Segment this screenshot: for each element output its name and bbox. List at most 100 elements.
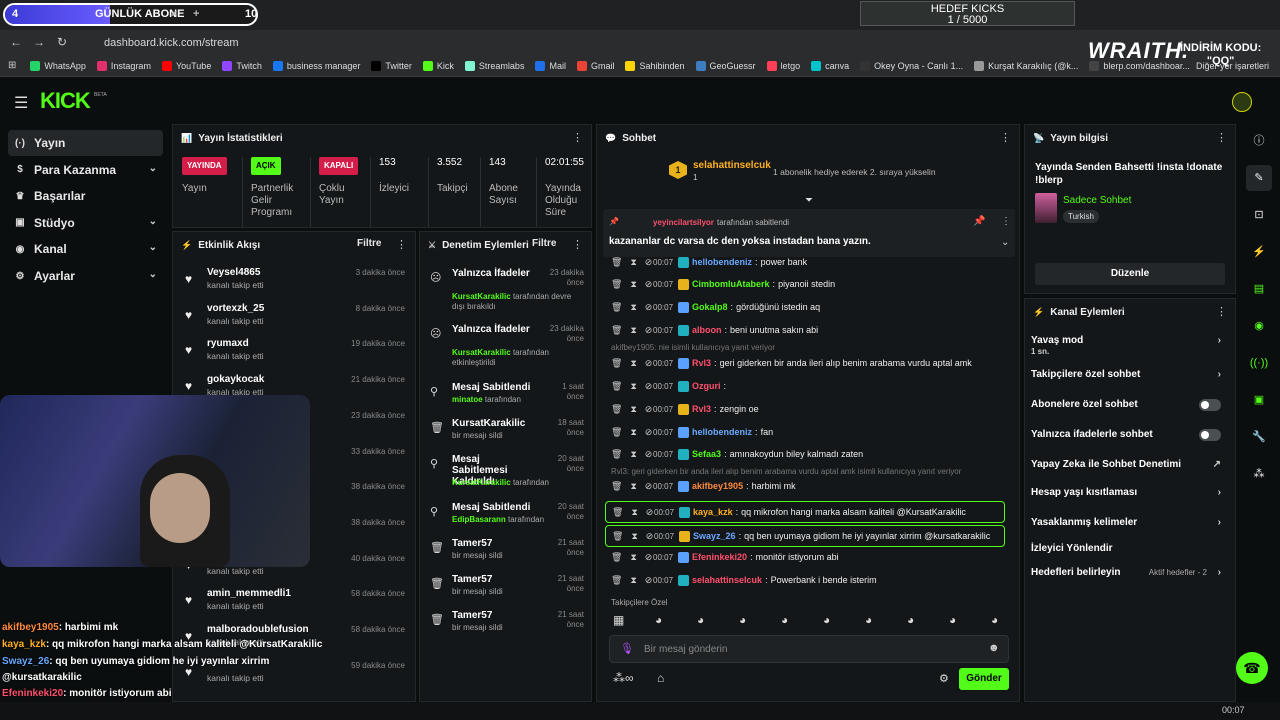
external-link-icon[interactable]: ↗ <box>1213 459 1221 470</box>
monitor-icon[interactable]: ▣ <box>1246 387 1272 413</box>
channel-action-4[interactable]: Yapay Zeka ile Sohbet Denetimi ↗ <box>1031 459 1221 470</box>
gift-leader-name[interactable]: selahattinselcuk <box>693 160 771 171</box>
ban-icon[interactable]: ⊘ <box>645 552 653 563</box>
timeout-icon[interactable]: ⧗ <box>630 552 636 563</box>
bookmark-item[interactable]: GeoGuessr <box>695 60 756 71</box>
sidebar-item-2[interactable]: ♛ Başarılar <box>8 183 163 209</box>
mod-user[interactable]: KursatKarakilic <box>452 292 511 301</box>
sidebar-item-0[interactable]: (·) Yayın <box>8 130 163 156</box>
chat-username[interactable]: Efeninkeki20 <box>692 552 747 562</box>
chat-username[interactable]: hellobendeniz <box>692 257 752 267</box>
bookmark-item[interactable]: YouTube <box>161 60 211 71</box>
sidebar-item-4[interactable]: ◉ Kanal ⌄ <box>8 236 163 262</box>
sidebar-item-3[interactable]: ▣ Stüdyo ⌄ <box>8 210 163 236</box>
bookmark-item[interactable]: business manager <box>272 60 360 71</box>
channel-action-5[interactable]: Hesap yaşı kısıtlaması › <box>1031 487 1221 498</box>
toggle-switch[interactable] <box>1199 399 1221 411</box>
channel-action-2[interactable]: Abonelere özel sohbet <box>1031 399 1221 411</box>
bookmark-item[interactable]: Instagram <box>96 60 151 71</box>
chat-username[interactable]: Ozguri <box>692 381 721 391</box>
send-button[interactable]: Gönder <box>959 668 1009 690</box>
bookmark-item[interactable]: WhatsApp <box>30 60 86 71</box>
channel-action-1[interactable]: Takipçilere özel sohbet › <box>1031 369 1221 380</box>
chat-username[interactable]: Gokalp8 <box>692 302 728 312</box>
chat-username[interactable]: kaya_kzk <box>693 507 733 517</box>
timeout-icon[interactable]: ⧗ <box>630 404 636 415</box>
follower-name[interactable]: amin_memmedli1 <box>207 588 291 599</box>
close-icon[interactable]: × <box>171 8 177 20</box>
store-icon[interactable]: ⌂ <box>657 671 664 685</box>
delete-icon[interactable]: 🗑 <box>611 358 622 369</box>
bookmark-item[interactable]: letgo <box>766 60 800 71</box>
ban-icon[interactable]: ⊘ <box>645 427 653 438</box>
emote-icon[interactable]: ▦ <box>613 613 624 627</box>
follower-name[interactable]: gokaykocak <box>207 374 264 385</box>
timeout-icon[interactable]: ⧗ <box>630 257 636 268</box>
chevron-down-icon[interactable]: ⌄ <box>149 269 157 280</box>
timeout-icon[interactable]: ⧗ <box>630 575 636 586</box>
chevron-right-icon[interactable]: › <box>1218 369 1221 380</box>
edit-button[interactable]: Düzenle <box>1035 263 1225 285</box>
delete-icon[interactable]: 🗑 <box>611 449 622 460</box>
ban-icon[interactable]: ⊘ <box>645 481 653 492</box>
avatar[interactable] <box>1232 92 1252 112</box>
timeout-icon[interactable]: ⧗ <box>630 481 636 492</box>
mod-user[interactable]: KursatKarakilic <box>452 478 511 487</box>
chevron-right-icon[interactable]: › <box>1218 517 1221 528</box>
mod-filter-button[interactable]: Filtre <box>532 238 556 249</box>
bookmark-item[interactable]: Kick <box>422 60 454 71</box>
bookmark-item[interactable]: Twitter <box>371 60 412 71</box>
ban-icon[interactable]: ⊘ <box>645 381 653 392</box>
users-icon[interactable]: ⁂ <box>1246 461 1272 487</box>
chat-username[interactable]: Rvl3 <box>692 358 711 368</box>
delete-icon[interactable]: 🗑 <box>611 575 622 586</box>
timeout-icon[interactable]: ⧗ <box>631 507 637 518</box>
category-name[interactable]: Sadece Sohbet <box>1063 195 1131 206</box>
emote-icon[interactable]: ◕ <box>907 613 914 627</box>
delete-icon[interactable]: 🗑 <box>612 531 623 542</box>
timeout-icon[interactable]: ⧗ <box>630 358 636 369</box>
delete-icon[interactable]: 🗑 <box>611 257 622 268</box>
chat-icon[interactable]: ◉ <box>1246 313 1272 339</box>
ban-icon[interactable]: ⊘ <box>645 302 653 313</box>
pencil-icon[interactable]: ✎ <box>1246 165 1272 191</box>
plus-icon[interactable]: + <box>193 8 199 20</box>
mod-user[interactable]: EdipBasarann <box>452 515 506 524</box>
ban-icon[interactable]: ⊘ <box>645 279 653 290</box>
bookmark-item[interactable]: canva <box>811 60 849 71</box>
bolt-icon[interactable]: ⚡ <box>1246 239 1272 265</box>
emote-icon[interactable]: ◕ <box>739 613 746 627</box>
timeout-icon[interactable]: ⧗ <box>630 427 636 438</box>
channel-action-0[interactable]: Yavaş mod 1 sn. › <box>1031 335 1221 357</box>
forward-icon[interactable]: → <box>33 35 45 49</box>
broadcast-icon[interactable]: ((·)) <box>1246 350 1272 376</box>
ban-icon[interactable]: ⊘ <box>645 358 653 369</box>
timeout-icon[interactable]: ⧗ <box>630 279 636 290</box>
document-icon[interactable]: ▤ <box>1246 276 1272 302</box>
timeout-icon[interactable]: ⧗ <box>630 302 636 313</box>
timeout-icon[interactable]: ⧗ <box>630 325 636 336</box>
emote-icon[interactable]: ◕ <box>697 613 704 627</box>
unpin-icon[interactable]: 📌 <box>973 216 985 227</box>
mod-user[interactable]: minatoe <box>452 395 483 404</box>
chevron-down-icon[interactable]: ⌄ <box>1001 237 1009 248</box>
crop-icon[interactable]: ⊡ <box>1246 202 1272 228</box>
channel-action-8[interactable]: Hedefleri belirleyin › Aktif hedefler - 2 <box>1031 567 1221 578</box>
delete-icon[interactable]: 🗑 <box>611 279 622 290</box>
ban-icon[interactable]: ⊘ <box>645 575 653 586</box>
more-icon[interactable]: ⋮ <box>396 238 407 251</box>
bookmark-item[interactable]: Okey Oyna - Canlı 1... <box>860 60 963 71</box>
ban-icon[interactable]: ⊘ <box>645 449 653 460</box>
follower-name[interactable]: vortexzk_25 <box>207 303 264 314</box>
collapse-icon[interactable]: ⏷ <box>805 195 813 206</box>
more-icon[interactable]: ⋮ <box>1000 131 1011 144</box>
emote-icon[interactable]: ◕ <box>823 613 830 627</box>
chevron-down-icon[interactable]: ⌄ <box>149 242 157 253</box>
follower-name[interactable]: ryumaxd <box>207 338 249 349</box>
channel-action-3[interactable]: Yalnızca ifadelerle sohbet <box>1031 429 1221 441</box>
emote-icon[interactable]: ◕ <box>781 613 788 627</box>
toggle-switch[interactable] <box>1199 429 1221 441</box>
apps-icon[interactable]: ⊞ <box>8 60 16 71</box>
ban-icon[interactable]: ⊘ <box>645 404 653 415</box>
follower-name[interactable]: Veysel4865 <box>207 267 260 278</box>
